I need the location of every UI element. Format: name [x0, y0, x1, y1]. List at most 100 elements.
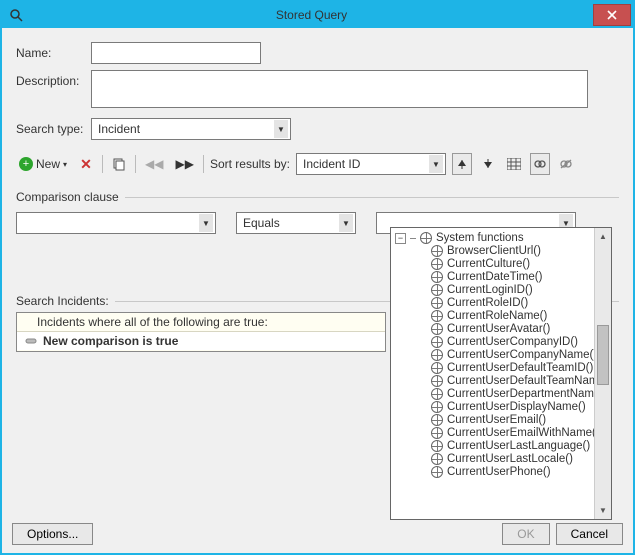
tree-item-label: CurrentUserDefaultTeamID() [447, 362, 593, 374]
tree-item[interactable]: CurrentUserAvatar() [393, 322, 592, 335]
name-label: Name: [16, 42, 91, 60]
globe-icon [431, 245, 443, 257]
new-label: New [36, 157, 60, 171]
scroll-track[interactable] [595, 245, 611, 502]
tree-item[interactable]: CurrentUserPhone() [393, 465, 592, 478]
cancel-button[interactable]: Cancel [556, 523, 623, 545]
search-list-row-text: New comparison is true [43, 334, 178, 348]
chevron-down-icon: ▼ [429, 155, 443, 173]
chevron-down-icon: ▾ [63, 160, 67, 169]
tree-item[interactable]: BrowserClientUrl() [393, 244, 592, 257]
tree-item-label: CurrentUserLastLanguage() [447, 440, 590, 452]
search-list-row[interactable]: New comparison is true [17, 332, 385, 350]
searchtype-value: Incident [98, 122, 274, 136]
globe-icon [420, 232, 432, 244]
tree-item[interactable]: CurrentDateTime() [393, 270, 592, 283]
tree-root[interactable]: − System functions [393, 232, 592, 244]
tree-item[interactable]: CurrentRoleName() [393, 309, 592, 322]
tree-item[interactable]: CurrentLoginID() [393, 283, 592, 296]
toolbar: + New ▾ ✕ ◀◀ ▶▶ Sort results by: Inciden… [16, 152, 619, 176]
globe-icon [431, 323, 443, 335]
globe-icon [431, 414, 443, 426]
tree-item[interactable]: CurrentUserLastLocale() [393, 452, 592, 465]
collapse-icon[interactable]: − [395, 233, 406, 244]
grid-button[interactable] [504, 153, 524, 175]
globe-icon [431, 388, 443, 400]
description-label: Description: [16, 70, 91, 88]
tree-item[interactable]: CurrentUserEmail() [393, 413, 592, 426]
globe-icon [431, 440, 443, 452]
next-button[interactable]: ▶▶ [173, 153, 197, 175]
ok-button[interactable]: OK [502, 523, 549, 545]
window-title: Stored Query [30, 8, 593, 22]
delete-button[interactable]: ✕ [76, 153, 96, 175]
sortby-combo[interactable]: Incident ID ▼ [296, 153, 446, 175]
clause-field-combo[interactable]: ▼ [16, 212, 216, 234]
tree-item-label: CurrentUserDefaultTeamName() [447, 375, 594, 387]
tree-item-label: CurrentRoleName() [447, 310, 547, 322]
globe-icon [431, 362, 443, 374]
scroll-up-button[interactable]: ▲ [595, 228, 611, 245]
close-button[interactable] [593, 4, 631, 26]
tree-item[interactable]: CurrentUserEmailWithName() [393, 426, 592, 439]
clause-operator-value: Equals [243, 216, 339, 230]
plus-icon: + [19, 157, 33, 171]
globe-icon [431, 310, 443, 322]
tree-item-label: CurrentUserEmail() [447, 414, 546, 426]
search-incidents-label: Search Incidents: [16, 294, 109, 308]
scrollbar[interactable]: ▲ ▼ [594, 228, 611, 519]
separator [203, 155, 204, 173]
globe-icon [431, 453, 443, 465]
name-input[interactable] [91, 42, 261, 64]
tree-item-label: CurrentUserDepartmentName() [447, 388, 594, 400]
search-list: Incidents where all of the following are… [16, 312, 386, 352]
chevron-down-icon: ▼ [199, 214, 213, 232]
scroll-down-button[interactable]: ▼ [595, 502, 611, 519]
globe-icon [431, 375, 443, 387]
tree-root-label: System functions [436, 232, 524, 244]
tree-item[interactable]: CurrentUserCompanyName() [393, 348, 592, 361]
unlink-button[interactable] [556, 153, 576, 175]
options-button[interactable]: Options... [12, 523, 93, 545]
tree-item-label: CurrentRoleID() [447, 297, 528, 309]
tree-item-label: CurrentUserAvatar() [447, 323, 550, 335]
sortby-value: Incident ID [303, 157, 429, 171]
tree-item[interactable]: CurrentUserDisplayName() [393, 400, 592, 413]
description-input[interactable] [91, 70, 588, 108]
prev-button[interactable]: ◀◀ [142, 153, 166, 175]
new-button[interactable]: + New ▾ [16, 153, 70, 175]
copy-button[interactable] [109, 153, 129, 175]
value-dropdown-panel: − System functions BrowserClientUrl()Cur… [390, 227, 612, 520]
tree-item-label: CurrentLoginID() [447, 284, 533, 296]
comparison-section: Comparison clause [16, 190, 619, 204]
tree-item-label: BrowserClientUrl() [447, 245, 541, 257]
clause-operator-combo[interactable]: Equals ▼ [236, 212, 356, 234]
tree-item-label: CurrentCulture() [447, 258, 530, 270]
link-button[interactable] [530, 153, 550, 175]
comparison-label: Comparison clause [16, 190, 119, 204]
searchtype-combo[interactable]: Incident ▼ [91, 118, 291, 140]
dialog-window: Stored Query Name: Description: Search t… [0, 0, 635, 555]
tree-item[interactable]: CurrentUserCompanyID() [393, 335, 592, 348]
globe-icon [431, 466, 443, 478]
search-icon [2, 8, 30, 22]
tree-item-label: CurrentUserCompanyName() [447, 349, 594, 361]
sort-asc-button[interactable] [452, 153, 472, 175]
globe-icon [431, 271, 443, 283]
tree-item[interactable]: CurrentUserDefaultTeamName() [393, 374, 592, 387]
item-icon [25, 335, 37, 347]
tree-item[interactable]: CurrentRoleID() [393, 296, 592, 309]
tree-item[interactable]: CurrentCulture() [393, 257, 592, 270]
globe-icon [431, 336, 443, 348]
searchtype-label: Search type: [16, 118, 91, 136]
sort-label: Sort results by: [210, 157, 290, 171]
scroll-thumb[interactable] [597, 325, 609, 385]
sort-desc-button[interactable] [478, 153, 498, 175]
search-list-header: Incidents where all of the following are… [17, 313, 385, 332]
tree-item[interactable]: CurrentUserDepartmentName() [393, 387, 592, 400]
tree-item[interactable]: CurrentUserLastLanguage() [393, 439, 592, 452]
footer: Options... OK Cancel [12, 523, 623, 545]
globe-icon [431, 258, 443, 270]
tree-item-label: CurrentUserPhone() [447, 466, 551, 478]
tree-item[interactable]: CurrentUserDefaultTeamID() [393, 361, 592, 374]
